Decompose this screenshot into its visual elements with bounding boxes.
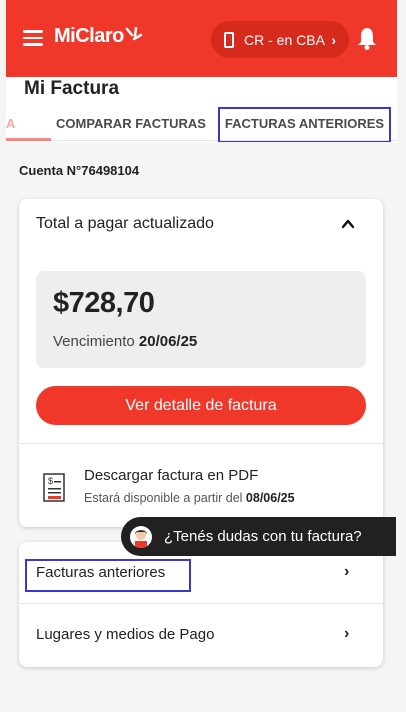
due-date-line: Vencimiento 20/06/25 bbox=[53, 333, 197, 350]
location-label: CR - en CBA bbox=[244, 31, 325, 48]
account-number: Cuenta N°76498104 bbox=[19, 163, 140, 178]
logo-mark-icon bbox=[125, 27, 143, 41]
tab-current[interactable]: A bbox=[6, 109, 15, 141]
claro-logo[interactable]: MiClaro bbox=[54, 25, 124, 48]
previous-bills-label: Facturas anteriores bbox=[36, 564, 166, 581]
hamburger-menu-icon[interactable] bbox=[23, 30, 43, 46]
payment-places-label: Lugares y medios de Pago bbox=[36, 626, 215, 643]
bottom-area bbox=[0, 696, 406, 712]
location-selector[interactable]: CR - en CBA › bbox=[211, 21, 349, 58]
tab-bar: A COMPARAR FACTURAS FACTURAS ANTERIORES bbox=[6, 107, 397, 143]
active-tab-indicator bbox=[6, 138, 51, 141]
summary-heading: Total a pagar actualizado bbox=[36, 215, 214, 232]
phone-icon bbox=[224, 31, 234, 48]
chevron-right-icon: › bbox=[344, 625, 350, 642]
due-label: Vencimiento bbox=[53, 333, 135, 350]
download-pdf-link[interactable]: Descargar factura en PDF bbox=[84, 467, 258, 484]
pdf-date: 08/06/25 bbox=[245, 491, 295, 505]
chevron-right-icon: › bbox=[344, 563, 350, 580]
bill-summary-card: Total a pagar actualizado $728,70 Vencim… bbox=[19, 199, 383, 527]
amount-box: $728,70 Vencimiento 20/06/25 bbox=[36, 271, 366, 368]
page-title: Mi Factura bbox=[24, 78, 120, 99]
chevron-right-icon: › bbox=[331, 31, 336, 48]
svg-text:$: $ bbox=[48, 476, 53, 486]
tab-compare-bills[interactable]: COMPARAR FACTURAS bbox=[56, 109, 206, 141]
pdf-document-icon[interactable]: $ bbox=[41, 472, 67, 504]
payment-places-row[interactable]: Lugares y medios de Pago › bbox=[19, 604, 383, 666]
pdf-note: Estará disponible a partir del bbox=[84, 491, 243, 505]
help-label: ¿Tenés dudas con tu factura? bbox=[164, 528, 362, 545]
chevron-up-icon[interactable] bbox=[341, 217, 355, 231]
tab-previous-bills[interactable]: FACTURAS ANTERIORES bbox=[218, 107, 391, 143]
main-content: Cuenta N°76498104 Total a pagar actualiz… bbox=[6, 142, 397, 698]
links-card: Facturas anteriores › Lugares y medios d… bbox=[19, 542, 383, 667]
bell-icon[interactable] bbox=[356, 26, 378, 50]
view-bill-detail-button[interactable]: Ver detalle de factura bbox=[36, 386, 366, 425]
app-header: MiClaro CR - en CBA › bbox=[6, 0, 397, 77]
pdf-availability: Estará disponible a partir del 08/06/25 bbox=[84, 491, 295, 505]
amount-due: $728,70 bbox=[53, 287, 155, 319]
due-date: 20/06/25 bbox=[138, 333, 198, 350]
page-body: Mi Factura A COMPARAR FACTURAS FACTURAS … bbox=[6, 77, 397, 712]
help-chat-button[interactable]: ¿Tenés dudas con tu factura? bbox=[121, 517, 396, 556]
assistant-avatar-icon bbox=[130, 525, 152, 548]
divider bbox=[19, 443, 383, 444]
